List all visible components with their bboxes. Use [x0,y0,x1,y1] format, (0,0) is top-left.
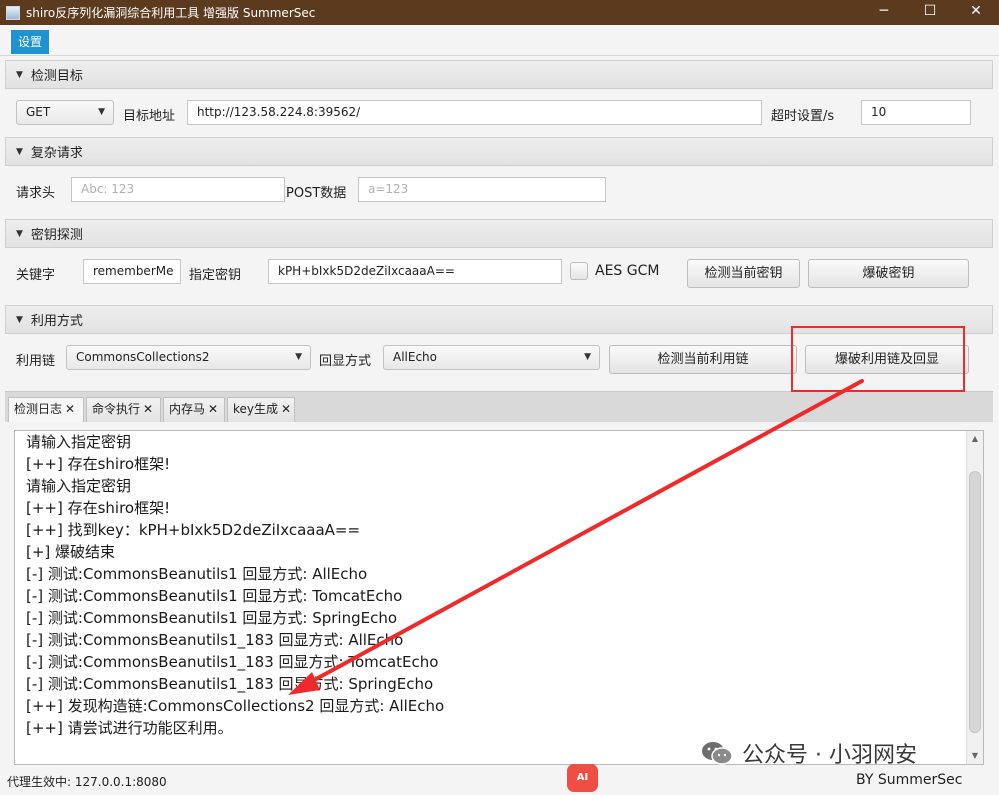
log-line: [-] 测试:CommonsBeanutils1 回显方式: TomcatEch… [26,587,403,605]
section-exploit-title: 利用方式 [30,314,83,329]
check-chain-button[interactable]: 检测当前利用链 [609,345,797,374]
key-label: 指定密钥 [189,268,242,283]
tab-label: 内存马 [169,402,206,416]
tab-memshell[interactable]: 内存马 ✕ [163,397,225,422]
maximize-button[interactable]: ☐ [907,0,953,25]
target-url-input[interactable]: http://123.58.224.8:39562/ [187,100,762,125]
echo-value: AllEcho [393,350,438,364]
menu-bar: 设置 [0,25,999,56]
section-target-header[interactable]: ▼ 检测目标 [5,60,993,89]
log-line: [-] 测试:CommonsBeanutils1_183 回显方式: Tomca… [26,653,439,671]
menu-settings[interactable]: 设置 [11,30,50,54]
brute-key-button[interactable]: 爆破密钥 [808,259,969,288]
log-line: [++] 存在shiro框架! [26,499,171,517]
tab-close-icon[interactable]: ✕ [281,402,291,416]
section-complex-title: 复杂请求 [30,146,83,161]
wechat-icon [702,742,733,765]
collapse-arrow-icon: ▼ [16,69,23,80]
http-method-select[interactable]: GET ▼ [16,100,114,125]
tab-strip: 检测日志 ✕ 命令执行 ✕ 内存马 ✕ key生成 ✕ [5,391,993,422]
timeout-label: 超时设置/s [771,109,835,124]
watermark: 公众号 · 小羽网安 [700,737,917,769]
keyword-label: 关键字 [16,268,56,283]
status-bar: 代理生效中: 127.0.0.1:8080 BY SummerSec [0,768,999,795]
tab-close-icon[interactable]: ✕ [143,402,153,416]
log-line: [-] 测试:CommonsBeanutils1_183 回显方式: Sprin… [26,675,434,693]
section-key-header[interactable]: ▼ 密钥探测 [5,219,993,248]
target-url-label: 目标地址 [123,109,176,124]
caret-down-icon: ▼ [295,352,302,362]
log-output[interactable]: 请输入指定密钥 [++] 存在shiro框架! 请输入指定密钥 [++] 存在s… [14,430,984,765]
headers-label: 请求头 [16,186,56,201]
tab-key-gen[interactable]: key生成 ✕ [227,397,295,422]
log-line: 请输入指定密钥 [26,477,132,495]
log-line: [-] 测试:CommonsBeanutils1_183 回显方式: AllEc… [26,631,404,649]
proxy-status: 代理生效中: 127.0.0.1:8080 [7,775,167,789]
collapse-arrow-icon: ▼ [16,228,23,239]
echo-label: 回显方式 [319,354,372,369]
log-line: [++] 找到key：kPH+bIxk5D2deZiIxcaaaA== [26,521,361,539]
window-title: shiro反序列化漏洞综合利用工具 增强版 SummerSec [26,6,316,20]
log-line: [-] 测试:CommonsBeanutils1 回显方式: SpringEch… [26,609,398,627]
http-method-value: GET [26,105,51,119]
aes-gcm-label: AES GCM [595,263,660,279]
section-key-title: 密钥探测 [30,228,83,243]
log-scrollbar[interactable]: ▲ ▼ [966,431,983,764]
tab-label: 检测日志 [14,402,63,416]
aes-gcm-checkbox[interactable] [570,262,588,280]
section-target-title: 检测目标 [30,69,83,84]
chain-value: CommonsCollections2 [76,350,210,364]
chain-select[interactable]: CommonsCollections2 ▼ [66,345,311,370]
keyword-input[interactable]: rememberMe [83,259,181,284]
section-complex-header[interactable]: ▼ 复杂请求 [5,137,993,166]
check-key-button[interactable]: 检测当前密钥 [687,259,800,288]
timeout-input[interactable]: 10 [861,100,971,125]
tab-close-icon[interactable]: ✕ [65,402,75,416]
tab-label: key生成 [233,402,279,416]
scroll-up-icon[interactable]: ▲ [967,431,983,447]
scroll-thumb[interactable] [969,471,981,733]
scroll-down-icon[interactable]: ▼ [967,748,983,764]
log-line: [+] 爆破结束 [26,543,116,561]
minimize-button[interactable]: ─ [861,0,907,25]
collapse-arrow-icon: ▼ [16,314,23,325]
collapse-arrow-icon: ▼ [16,146,23,157]
title-bar: shiro反序列化漏洞综合利用工具 增强版 SummerSec ─ ☐ ✕ [0,0,999,25]
headers-input[interactable]: Abc: 123 [71,177,285,202]
app-icon [6,5,20,20]
log-line: [++] 发现构造链:CommonsCollections2 回显方式: All… [26,697,445,715]
chain-label: 利用链 [16,354,56,369]
log-line: 请输入指定密钥 [26,433,132,451]
watermark-text: 公众号 · 小羽网安 [742,743,917,768]
ai-badge-icon[interactable]: AI [567,764,598,792]
key-input[interactable]: kPH+bIxk5D2deZiIxcaaaA== [268,259,562,284]
caret-down-icon: ▼ [584,352,591,362]
log-line: [-] 测试:CommonsBeanutils1 回显方式: AllEcho [26,565,368,583]
caret-down-icon: ▼ [98,107,105,117]
post-data-input[interactable]: a=123 [358,177,606,202]
author-credit: BY SummerSec [856,772,963,788]
annotation-highlight-box [791,326,965,392]
tab-command-exec[interactable]: 命令执行 ✕ [86,397,161,422]
log-line: [++] 请尝试进行功能区利用。 [26,719,233,737]
tab-label: 命令执行 [92,402,141,416]
tab-detect-log[interactable]: 检测日志 ✕ [8,397,84,422]
post-data-label: POST数据 [286,186,347,201]
close-window-button[interactable]: ✕ [953,0,999,25]
echo-select[interactable]: AllEcho ▼ [383,345,600,370]
tab-close-icon[interactable]: ✕ [208,402,218,416]
log-line: [++] 存在shiro框架! [26,455,171,473]
